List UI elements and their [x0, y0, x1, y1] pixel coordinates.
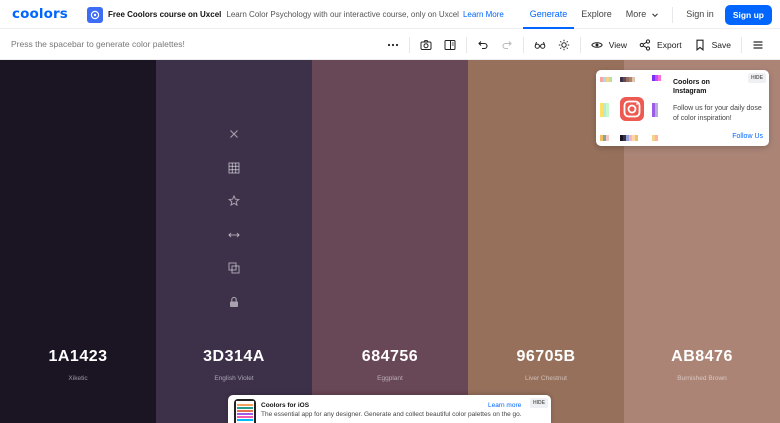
ellipsis-icon	[387, 43, 398, 46]
screenshot-button[interactable]	[414, 29, 438, 60]
star-icon	[228, 195, 240, 207]
color-swatch-1[interactable]: 1A1423 Xiketic	[0, 60, 156, 423]
layout-sidebar-icon	[444, 39, 456, 50]
toggle-sidebar-button[interactable]	[438, 29, 462, 60]
toolbar-divider	[465, 36, 467, 53]
remove-color-button[interactable]	[222, 122, 246, 146]
color-name: Eggplant	[377, 375, 403, 382]
more-options-button[interactable]	[381, 29, 405, 60]
instagram-promo-card[interactable]: HIDE Coolors on Instagram Follow us for …	[596, 70, 769, 146]
copy-icon	[228, 262, 240, 274]
color-swatch-3[interactable]: 684756 Eggplant	[312, 60, 468, 423]
instagram-card-title: Coolors on Instagram	[673, 79, 710, 95]
promo-banner: Free Coolors course on Uxcel Learn Color…	[87, 6, 504, 23]
toolbar-divider	[741, 36, 742, 53]
view-button[interactable]: View	[585, 29, 633, 60]
hex-code[interactable]: AB8476	[624, 348, 780, 366]
lock-color-button[interactable]	[222, 290, 246, 314]
nav-generate[interactable]: Generate	[522, 0, 575, 29]
toolbar-actions: View Export Save	[381, 29, 770, 60]
nav-more-label: More	[625, 9, 647, 19]
hide-button[interactable]: HIDE	[530, 398, 548, 408]
save-button[interactable]: Save	[688, 29, 737, 60]
lock-icon	[230, 296, 238, 307]
color-name: English Violet	[214, 375, 254, 382]
color-name: Xiketic	[68, 375, 88, 382]
export-button[interactable]: Export	[633, 29, 688, 60]
ios-banner-text: The essential app for any designer. Gene…	[261, 411, 522, 418]
eye-icon	[590, 41, 603, 48]
hide-button[interactable]: HIDE	[748, 73, 766, 83]
color-swatch-2[interactable]: 3D314A English Violet	[156, 60, 312, 423]
promo-learn-more-link[interactable]: Learn More	[463, 10, 504, 19]
view-label: View	[608, 39, 628, 50]
nav-sign-in[interactable]: Sign in	[679, 0, 721, 29]
toolbar-divider	[408, 36, 410, 53]
close-icon	[230, 130, 238, 138]
instagram-card-text: Follow us for your daily dose of color i…	[673, 105, 762, 122]
chevron-down-icon	[652, 12, 659, 17]
hamburger-menu-icon	[753, 40, 763, 49]
arrows-horizontal-icon	[228, 232, 240, 237]
toolbar-divider	[579, 36, 581, 53]
toolbar-divider	[522, 36, 524, 53]
phone-screen-palettes	[236, 401, 254, 423]
ios-banner-title: Coolors for iOS	[261, 402, 310, 409]
nav-more[interactable]: More	[619, 0, 667, 29]
adjust-palette-button[interactable]	[552, 29, 576, 60]
copy-color-button[interactable]	[222, 256, 246, 280]
sign-up-button[interactable]: Sign up	[724, 4, 772, 25]
drag-handle[interactable]	[222, 223, 246, 247]
hex-code[interactable]: 3D314A	[156, 348, 312, 366]
phone-mockup-image	[234, 399, 256, 423]
menu-button[interactable]	[746, 29, 770, 60]
camera-icon	[420, 39, 432, 50]
coolors-logo[interactable]: coolors	[12, 6, 68, 22]
spacebar-hint: Press the spacebar to generate color pal…	[11, 39, 185, 49]
ios-app-banner[interactable]: HIDE Coolors for iOS The essential app f…	[228, 395, 551, 423]
follow-us-link[interactable]: Follow Us	[732, 133, 763, 140]
promo-text: Learn Color Psychology with our interact…	[226, 10, 459, 19]
ios-learn-more-link[interactable]: Learn more	[488, 402, 521, 409]
view-shades-button[interactable]	[222, 156, 246, 180]
share-icon	[639, 38, 651, 51]
redo-icon	[502, 40, 512, 49]
uxcel-icon	[87, 6, 103, 23]
redo-button[interactable]	[495, 29, 519, 60]
export-label: Export	[657, 39, 682, 50]
undo-icon	[477, 40, 488, 49]
grid-icon	[228, 162, 240, 173]
bookmark-icon	[696, 39, 704, 51]
swatch-tools	[222, 122, 246, 323]
instagram-palettes-graphic	[600, 75, 661, 141]
sun-icon	[558, 39, 569, 50]
promo-title: Free Coolors course on Uxcel	[108, 10, 222, 19]
top-navbar: coolors Free Coolors course on Uxcel Lea…	[0, 0, 780, 29]
undo-button[interactable]	[471, 29, 495, 60]
nav-explore[interactable]: Explore	[574, 0, 619, 29]
nav-right: Generate Explore More Sign in Sign up	[522, 0, 772, 29]
color-name: Liver Chestnut	[525, 375, 567, 382]
color-name: Burnished Brown	[677, 375, 727, 382]
nav-divider	[672, 6, 674, 23]
color-blindness-button[interactable]	[528, 29, 552, 60]
save-label: Save	[711, 39, 731, 50]
hex-code[interactable]: 1A1423	[0, 348, 156, 366]
hex-code[interactable]: 96705B	[468, 348, 624, 366]
save-color-button[interactable]	[222, 189, 246, 213]
glasses-icon	[534, 41, 546, 49]
toolbar: Press the spacebar to generate color pal…	[0, 29, 780, 60]
hex-code[interactable]: 684756	[312, 348, 468, 366]
